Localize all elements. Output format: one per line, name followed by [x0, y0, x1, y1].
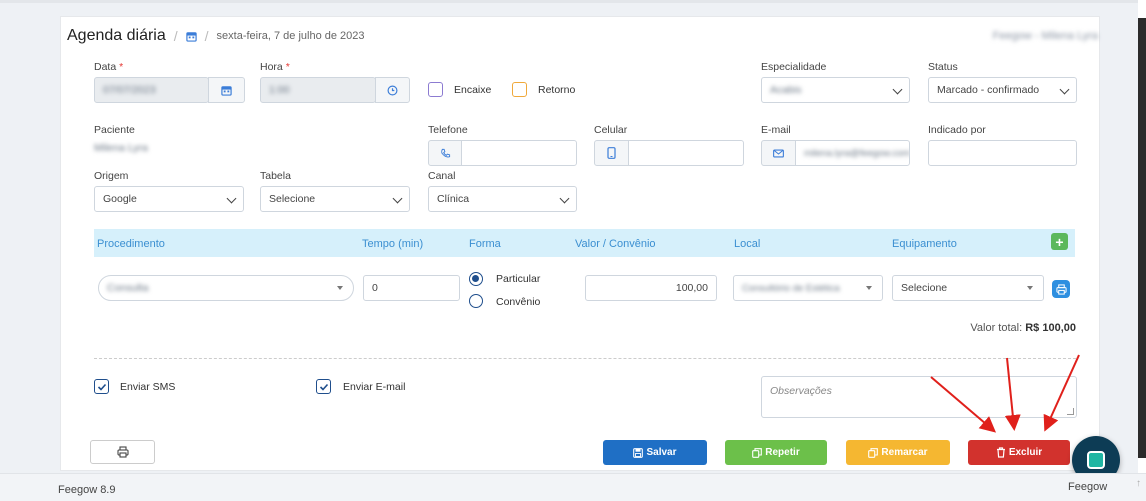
header-valor: Valor / Convênio	[575, 238, 656, 250]
calendar-picker-button[interactable]	[208, 77, 245, 103]
header-equipamento: Equipamento	[892, 238, 957, 250]
especialidade-label: Especialidade	[761, 61, 827, 73]
procedimento-select[interactable]: Consulta	[98, 275, 354, 301]
clock-picker-button[interactable]	[375, 77, 410, 103]
encaixe-label: Encaixe	[454, 84, 492, 96]
calendar-icon	[185, 31, 197, 42]
valor-total: Valor total: R$ 100,00	[970, 322, 1076, 334]
chevron-down-icon	[892, 84, 903, 95]
origem-select[interactable]: Google	[94, 186, 244, 212]
hora-input[interactable]: 1:00	[260, 77, 376, 103]
resize-grip-icon[interactable]	[1067, 408, 1074, 415]
paciente-value[interactable]: Milena Lyra	[94, 142, 148, 154]
celular-input[interactable]	[628, 140, 744, 166]
divider	[94, 358, 1076, 359]
footer-version: Feegow 8.9	[58, 484, 116, 496]
status-label: Status	[928, 61, 958, 73]
copy-icon	[868, 447, 879, 458]
printer-icon	[116, 446, 129, 458]
print-procedure-button[interactable]	[1052, 280, 1070, 298]
particular-radio[interactable]	[469, 272, 483, 286]
chevron-down-icon	[559, 193, 570, 204]
arrow-up-icon[interactable]: ↑	[1136, 478, 1141, 489]
indicado-label: Indicado por	[928, 124, 986, 136]
equipamento-select[interactable]: Selecione	[892, 275, 1044, 301]
header-forma: Forma	[469, 238, 501, 250]
enviar-email-checkbox[interactable]	[316, 379, 331, 394]
status-select[interactable]: Marcado - confirmado	[928, 77, 1077, 103]
tabela-label: Tabela	[260, 170, 291, 182]
mobile-phone-icon	[594, 140, 629, 166]
especialidade-select[interactable]: Acabis	[761, 77, 910, 103]
breadcrumb: Agenda diária / / sexta-feira, 7 de julh…	[67, 26, 365, 46]
canal-label: Canal	[428, 170, 456, 182]
breadcrumb-date: sexta-feira, 7 de julho de 2023	[216, 30, 365, 42]
enviar-sms-label: Enviar SMS	[120, 381, 176, 393]
chevron-down-icon	[1059, 84, 1070, 95]
calendar-icon	[221, 85, 232, 96]
chevron-down-icon	[392, 193, 403, 204]
encaixe-checkbox[interactable]	[428, 82, 443, 97]
enviar-email-label: Enviar E-mail	[343, 381, 406, 393]
caret-down-icon	[337, 286, 343, 290]
valor-input[interactable]: 100,00	[585, 275, 717, 301]
save-button[interactable]: Salvar	[603, 440, 707, 465]
convenio-label: Convênio	[496, 296, 541, 308]
chat-icon	[1087, 451, 1105, 469]
enviar-sms-checkbox[interactable]	[94, 379, 109, 394]
hora-label: Hora *	[260, 61, 290, 73]
origem-label: Origem	[94, 170, 129, 182]
printer-icon	[1055, 283, 1067, 295]
indicado-input[interactable]	[928, 140, 1077, 166]
page-title: Agenda diária	[67, 27, 166, 44]
email-label: E-mail	[761, 124, 791, 136]
caret-down-icon	[1027, 286, 1033, 290]
retorno-checkbox[interactable]	[512, 82, 527, 97]
data-input[interactable]: 07/07/2023	[94, 77, 209, 103]
envelope-icon	[761, 140, 796, 166]
delete-button[interactable]: Excluir	[968, 440, 1070, 465]
print-button[interactable]	[90, 440, 155, 464]
header-tempo: Tempo (min)	[362, 238, 424, 250]
breadcrumb-separator: /	[204, 28, 209, 44]
add-procedure-button[interactable]: +	[1051, 233, 1068, 250]
canal-select[interactable]: Clínica	[428, 186, 577, 212]
observacoes-textarea[interactable]: Observações	[761, 376, 1077, 418]
footer-brand: Feegow	[1068, 481, 1108, 493]
phone-icon	[428, 140, 462, 166]
floppy-disk-icon	[633, 447, 644, 458]
clock-icon	[387, 85, 398, 95]
check-icon	[319, 383, 328, 391]
data-label: Data *	[94, 61, 124, 73]
particular-label: Particular	[496, 273, 541, 285]
header-local: Local	[734, 238, 761, 250]
tabela-select[interactable]: Selecione	[260, 186, 410, 212]
telefone-input[interactable]	[461, 140, 577, 166]
scrollbar-thumb[interactable]	[1138, 18, 1146, 458]
tempo-input[interactable]: 0	[363, 275, 460, 301]
copy-icon	[752, 447, 763, 458]
celular-label: Celular	[594, 124, 628, 136]
local-select[interactable]: Consultório de Estética	[733, 275, 883, 301]
header-procedimento: Procedimento	[97, 238, 165, 250]
telefone-label: Telefone	[428, 124, 468, 136]
top-border	[0, 0, 1146, 3]
check-icon	[97, 383, 106, 391]
convenio-radio[interactable]	[469, 294, 483, 308]
retorno-label: Retorno	[538, 84, 576, 96]
footer	[0, 473, 1146, 501]
chevron-down-icon	[226, 193, 237, 204]
email-input[interactable]: milena.lyra@feegow.com	[795, 140, 910, 166]
user-name: Feegow - Milena Lyra	[992, 30, 1098, 42]
reschedule-button[interactable]: Remarcar	[846, 440, 950, 465]
paciente-label: Paciente	[94, 124, 135, 136]
trash-icon	[996, 447, 1005, 458]
breadcrumb-separator: /	[173, 28, 178, 44]
caret-down-icon	[866, 286, 872, 290]
repeat-button[interactable]: Repetir	[725, 440, 827, 465]
